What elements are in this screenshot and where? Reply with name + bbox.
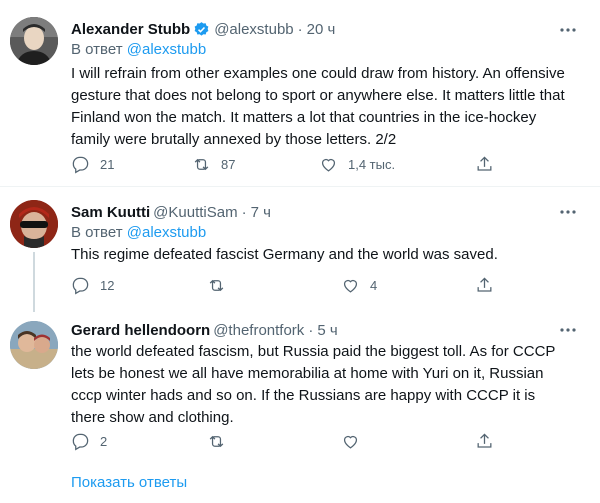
share-button[interactable]: [475, 155, 504, 174]
display-name[interactable]: Gerard hellendoorn: [71, 322, 210, 339]
display-name[interactable]: Alexander Stubb: [71, 21, 190, 38]
more-icon[interactable]: [558, 202, 578, 222]
tweet-header: Alexander Stubb @alexstubb · 20 ч: [71, 19, 335, 39]
like-icon: [343, 435, 358, 449]
separator-dot: ·: [308, 321, 314, 339]
like-icon: [343, 279, 358, 293]
tweet-sam-kuutti[interactable]: Sam Kuutti @KuuttiSam · 7 ч В ответ @ale…: [0, 187, 600, 312]
tweet-gerard-hellendoorn[interactable]: Gerard hellendoorn @thefrontfork · 5 ч t…: [0, 312, 600, 462]
reply-context: В ответ @alexstubb: [71, 224, 206, 241]
more-icon[interactable]: [558, 320, 578, 340]
retweet-icon: [194, 158, 209, 171]
display-name[interactable]: Sam Kuutti: [71, 204, 150, 221]
retweet-button[interactable]: [207, 432, 236, 451]
like-count: 1,4 тыс.: [348, 157, 396, 172]
reply-button[interactable]: 21: [71, 155, 114, 174]
reply-context: В ответ @alexstubb: [71, 41, 206, 58]
timestamp[interactable]: 7 ч: [251, 204, 271, 221]
reply-button[interactable]: 12: [71, 276, 114, 295]
tweet-actions: 2: [71, 432, 492, 454]
tweet-text: This regime defeated fascist Germany and…: [71, 246, 498, 263]
tweet-header: Gerard hellendoorn @thefrontfork · 5 ч: [71, 320, 338, 340]
avatar[interactable]: [10, 321, 58, 369]
retweet-count: 87: [221, 157, 236, 172]
tweet-header: Sam Kuutti @KuuttiSam · 7 ч: [71, 202, 271, 222]
reply-count: 21: [100, 157, 115, 172]
reply-prefix: В ответ: [71, 224, 123, 241]
thread-line: [33, 252, 35, 312]
user-handle[interactable]: @alexstubb: [214, 21, 293, 38]
show-replies-link[interactable]: Показать ответы: [71, 474, 187, 491]
tweet-actions: 21 87 1,4 тыс.: [71, 155, 492, 177]
like-button[interactable]: 4: [341, 276, 377, 295]
share-button[interactable]: [475, 432, 504, 451]
reply-count: 2: [100, 434, 108, 449]
reply-to-link[interactable]: @alexstubb: [127, 41, 206, 58]
like-icon: [321, 158, 336, 172]
retweet-button[interactable]: 87: [192, 155, 235, 174]
like-button[interactable]: 1,4 тыс.: [319, 155, 395, 174]
share-icon: [477, 156, 492, 171]
like-count: 4: [370, 278, 378, 293]
share-icon: [477, 433, 492, 448]
separator-dot: ·: [297, 20, 303, 38]
reply-count: 12: [100, 278, 115, 293]
like-button[interactable]: [341, 432, 370, 451]
avatar[interactable]: [10, 17, 58, 65]
timestamp[interactable]: 20 ч: [307, 21, 336, 38]
tweet-actions: 12 4: [71, 276, 492, 298]
tweet-text: I will refrain from other examples one c…: [71, 65, 565, 148]
retweet-icon: [209, 279, 224, 292]
share-button[interactable]: [475, 276, 504, 295]
user-handle[interactable]: @KuuttiSam: [153, 204, 237, 221]
tweet-text: the world defeated fascism, but Russia p…: [71, 343, 556, 426]
retweet-icon: [209, 435, 224, 448]
user-handle[interactable]: @thefrontfork: [213, 322, 304, 339]
reply-icon: [72, 156, 89, 174]
reply-to-link[interactable]: @alexstubb: [127, 224, 206, 241]
more-icon[interactable]: [558, 20, 578, 40]
timestamp[interactable]: 5 ч: [317, 322, 337, 339]
reply-icon: [72, 277, 89, 295]
reply-icon: [72, 433, 89, 451]
reply-prefix: В ответ: [71, 41, 123, 58]
avatar[interactable]: [10, 200, 58, 248]
reply-button[interactable]: 2: [71, 432, 107, 451]
retweet-button[interactable]: [207, 276, 236, 295]
separator-dot: ·: [241, 203, 247, 221]
verified-badge-icon: [194, 21, 209, 36]
share-icon: [477, 277, 492, 292]
tweet-alexander-stubb[interactable]: Alexander Stubb @alexstubb · 20 ч В отве…: [0, 0, 600, 186]
